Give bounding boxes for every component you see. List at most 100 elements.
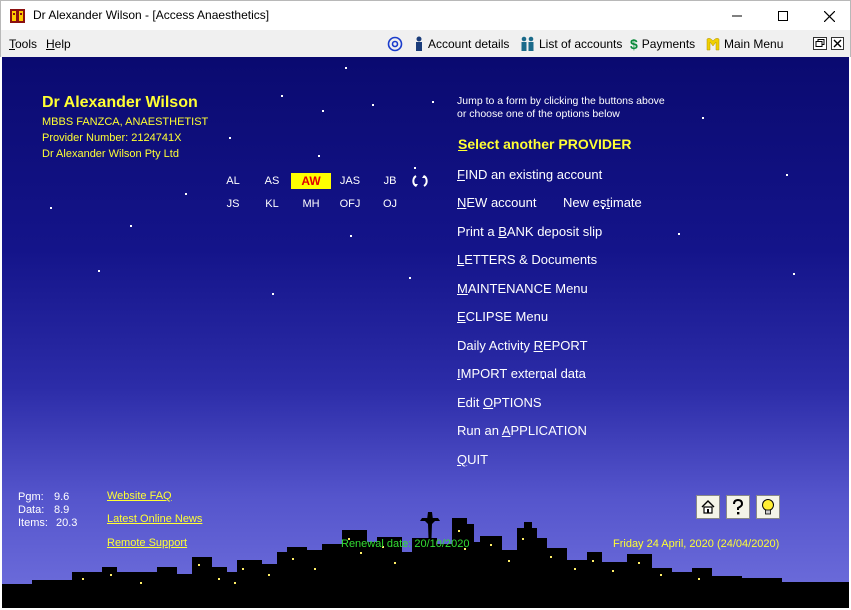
- list-of-accounts-button[interactable]: List of accounts: [520, 35, 622, 53]
- quit-label: UIT: [467, 452, 489, 467]
- at-sign-icon: [387, 36, 403, 52]
- maintenance-key: M: [457, 281, 468, 296]
- star: [322, 110, 324, 112]
- edit-label-end: PTIONS: [493, 395, 542, 410]
- star: [272, 293, 274, 295]
- provider-initials-kl[interactable]: KL: [252, 198, 292, 210]
- menu-help-key: H: [46, 37, 55, 51]
- bank-label-end: ANK deposit slip: [506, 224, 603, 239]
- run-label-end: PPLICATION: [510, 423, 587, 438]
- daily-label-start: Daily Activity: [457, 338, 534, 353]
- list-of-accounts-label: List of accounts: [539, 37, 623, 51]
- eclipse-label: CLIPSE Menu: [465, 309, 549, 324]
- payments-label: Payments: [641, 37, 696, 51]
- new-estimate-link[interactable]: New estimate: [563, 195, 642, 210]
- maintenance-label: AINTENANCE Menu: [467, 281, 588, 296]
- edit-options-link[interactable]: Edit OPTIONS: [457, 395, 542, 410]
- menu-tools-label: ools: [15, 37, 38, 51]
- star: [281, 95, 283, 97]
- provider-initials-as[interactable]: AS: [252, 175, 292, 187]
- pgm-value: 9.6: [54, 491, 70, 503]
- provider-number: Provider Number: 2124741X: [42, 132, 182, 144]
- refresh-icon[interactable]: [412, 173, 428, 189]
- star: [786, 174, 788, 176]
- account-details-label: Account details: [428, 37, 510, 51]
- star: [185, 193, 187, 195]
- daily-label-end: EPORT: [542, 338, 588, 353]
- new-account-link[interactable]: NEW account: [457, 195, 536, 210]
- find-account-link[interactable]: FIND an existing account: [457, 167, 602, 182]
- provider-initials-al[interactable]: AL: [213, 175, 253, 187]
- provider-company: Dr Alexander Wilson Pty Ltd: [42, 148, 179, 160]
- daily-key: R: [533, 338, 543, 353]
- renewal-date: Renewal date: 20/10/2020: [341, 538, 470, 550]
- restore-window-icon[interactable]: [813, 37, 827, 50]
- quit-key: Q: [457, 452, 468, 467]
- star: [130, 225, 132, 227]
- bank-deposit-link[interactable]: Print a BANK deposit slip: [457, 224, 602, 239]
- letters-documents-link[interactable]: LETTERS & Documents: [457, 252, 597, 267]
- run-label-start: Run an: [457, 423, 502, 438]
- close-icon: [823, 10, 835, 22]
- provider-initials-aw-selected[interactable]: AW: [291, 173, 331, 189]
- provider-initials-mh[interactable]: MH: [291, 198, 331, 210]
- pgm-version: Pgm: 9.6: [18, 491, 69, 503]
- maximize-button[interactable]: [760, 1, 806, 31]
- new-estimate-label-end: imate: [609, 195, 642, 210]
- provider-initials-ofj[interactable]: OFJ: [330, 198, 370, 210]
- hint-line-2: or choose one of the options below: [457, 108, 620, 120]
- select-provider-label: elect another PROVIDER: [467, 136, 632, 152]
- star: [229, 137, 231, 139]
- star: [414, 167, 416, 169]
- import-label: MPORT external data: [460, 366, 586, 381]
- window-title: Dr Alexander Wilson - [Access Anaestheti…: [33, 8, 270, 22]
- star: [318, 155, 320, 157]
- daily-activity-report-link[interactable]: Daily Activity REPORT: [457, 338, 588, 353]
- current-date: Friday 24 April, 2020 (24/04/2020): [613, 538, 780, 550]
- provider-initials-jb[interactable]: JB: [370, 175, 410, 187]
- edit-key: O: [483, 395, 494, 410]
- star: [702, 117, 704, 119]
- select-provider-key: S: [458, 136, 468, 152]
- star: [50, 207, 52, 209]
- email-button[interactable]: [387, 35, 403, 53]
- close-child-window-icon[interactable]: [831, 37, 844, 50]
- minimize-button[interactable]: [714, 1, 760, 31]
- bank-label-start: Print a: [457, 224, 499, 239]
- account-details-button[interactable]: Account details: [414, 35, 509, 53]
- app-logo-icon: [10, 9, 25, 23]
- find-key: F: [457, 167, 465, 182]
- quit-link[interactable]: QUIT: [457, 452, 488, 467]
- hint-line-1: Jump to a form by clicking the buttons a…: [457, 95, 665, 107]
- maintenance-menu-link[interactable]: MAINTENANCE Menu: [457, 281, 588, 296]
- provider-qualifications: MBBS FANZCA, ANAESTHETIST: [42, 116, 209, 128]
- menu-tools[interactable]: Tools: [9, 37, 37, 51]
- provider-initials-js[interactable]: JS: [213, 198, 253, 210]
- menu-help[interactable]: Help: [46, 37, 71, 51]
- star: [793, 273, 795, 275]
- provider-initials-jas[interactable]: JAS: [330, 175, 370, 187]
- close-button[interactable]: [806, 1, 851, 31]
- payments-button[interactable]: $ Payments: [630, 35, 695, 53]
- website-faq-link[interactable]: Website FAQ: [107, 490, 172, 502]
- star: [678, 233, 680, 235]
- main-panel: Dr Alexander Wilson MBBS FANZCA, ANAESTH…: [2, 57, 849, 608]
- star: [98, 270, 100, 272]
- minimize-icon: [732, 15, 742, 17]
- provider-name: Dr Alexander Wilson: [42, 94, 198, 111]
- maximize-icon: [778, 11, 788, 21]
- run-application-link[interactable]: Run an APPLICATION: [457, 423, 587, 438]
- star: [345, 67, 347, 69]
- eclipse-menu-link[interactable]: ECLIPSE Menu: [457, 309, 548, 324]
- bank-key: B: [498, 224, 507, 239]
- select-provider-link[interactable]: Select another PROVIDER: [458, 136, 632, 152]
- star: [372, 104, 374, 106]
- find-label: IND an existing account: [464, 167, 603, 182]
- provider-initials-oj[interactable]: OJ: [370, 198, 410, 210]
- import-data-link[interactable]: IMPORT external data: [457, 366, 586, 381]
- people-icon: [521, 36, 534, 51]
- dollar-icon: $: [630, 36, 638, 52]
- menu-bar: Tools Help Account details List of accou…: [0, 30, 851, 57]
- letters-label: ETTERS & Documents: [464, 252, 598, 267]
- main-menu-button[interactable]: Main Menu: [706, 35, 783, 53]
